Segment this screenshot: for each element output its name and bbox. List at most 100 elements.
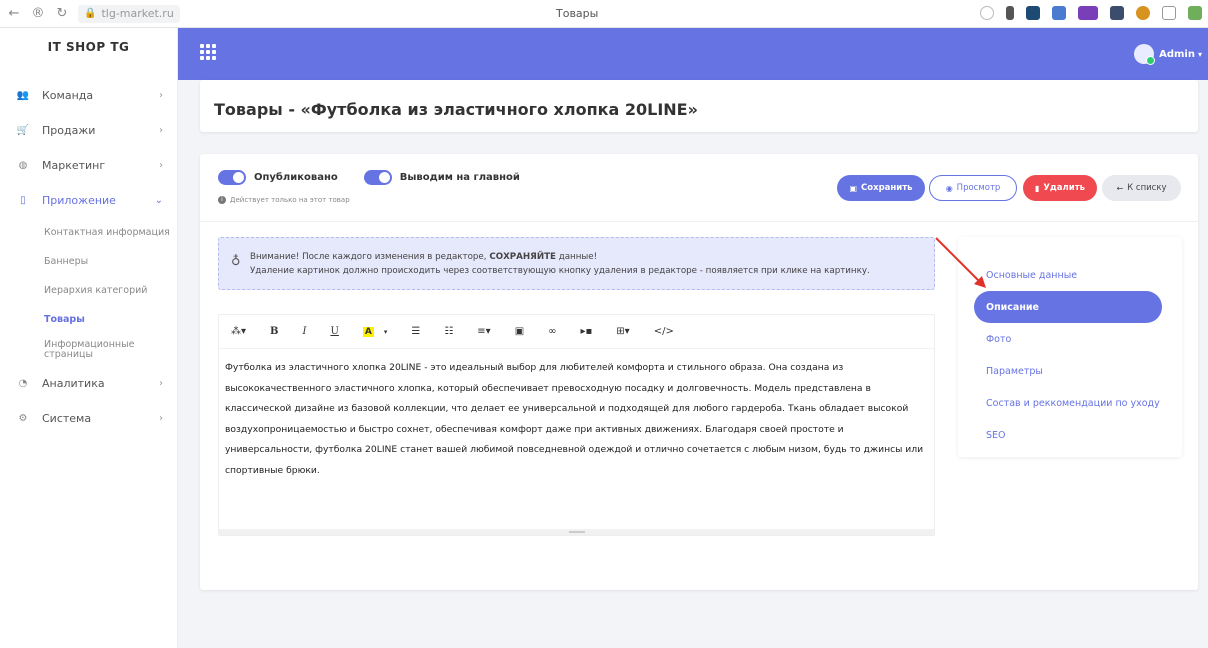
rich-text-editor[interactable]: ⁂▾ B I U A ▾ ☰ ☷ ≡▾ ▣ ∞ ▸▪ ⊞▾ </> Футбол…	[218, 314, 935, 536]
extension-icon[interactable]	[1188, 6, 1202, 20]
warning-line-2: Удаление картинок должно происходить чер…	[250, 266, 870, 276]
preview-label: Просмотр	[956, 183, 1001, 193]
section-link-description[interactable]: Описание	[974, 291, 1162, 323]
page-title: Товары - «Футболка из эластичного хлопка…	[214, 100, 698, 119]
cogs-icon: ⚙	[18, 413, 28, 424]
back-arrow-icon[interactable]: ←	[4, 6, 24, 21]
ordered-list-icon[interactable]: ☷	[444, 326, 453, 337]
extension-icon[interactable]	[1162, 6, 1176, 20]
sidebar-subitem-categories[interactable]: Иерархия категорий	[44, 276, 177, 305]
table-icon[interactable]: ⊞▾	[616, 326, 629, 337]
published-toggle[interactable]	[218, 170, 246, 185]
reload-icon[interactable]: ↻	[52, 6, 72, 21]
extension-icon[interactable]	[1026, 6, 1040, 20]
arrow-left-icon: ←	[1116, 183, 1124, 193]
zoom-icon[interactable]	[980, 6, 994, 20]
sidebar-item-marketing[interactable]: ◍ Маркетинг ›	[0, 148, 177, 183]
sidebar-item-sales[interactable]: 🛒 Продажи ›	[0, 113, 177, 148]
sidebar-subitem-products[interactable]: Товары	[44, 305, 177, 334]
title-card: Товары - «Футболка из эластичного хлопка…	[200, 80, 1198, 132]
preview-button[interactable]: ◉ Просмотр	[929, 175, 1017, 201]
section-link-care[interactable]: Состав и реккомендации по уходу	[958, 387, 1182, 419]
section-link-photo[interactable]: Фото	[958, 323, 1182, 355]
url-text: tlg-market.ru	[101, 7, 174, 20]
apps-grid-icon[interactable]	[200, 44, 216, 60]
extensions	[980, 6, 1202, 20]
on-main-label: Выводим на главной	[399, 172, 520, 183]
chevron-down-icon[interactable]: ▾	[384, 328, 388, 336]
annotation-arrow-icon	[935, 237, 986, 288]
extension-icon[interactable]	[1078, 6, 1098, 20]
caret-down-icon: ▾	[1197, 49, 1202, 59]
extension-icon[interactable]	[1110, 6, 1124, 20]
chevron-right-icon: ›	[159, 160, 163, 171]
lightbulb-icon: ♁	[231, 254, 241, 269]
magic-wand-icon[interactable]: ⁂▾	[231, 326, 246, 337]
image-icon[interactable]: ▣	[515, 326, 524, 337]
resize-handle[interactable]	[219, 529, 934, 535]
save-button[interactable]: ▣ Сохранить	[837, 175, 925, 201]
editor-warning: ♁ Внимание! После каждого изменения в ре…	[218, 237, 935, 290]
delete-label: Удалить	[1043, 183, 1086, 193]
unordered-list-icon[interactable]: ☰	[411, 326, 420, 337]
tab-title: Товары	[556, 7, 599, 20]
sidebar-item-label: Аналитика	[42, 377, 105, 390]
chevron-down-icon: ⌄	[154, 195, 163, 206]
highlight-button[interactable]: A	[362, 326, 374, 337]
extension-icon[interactable]	[1052, 6, 1066, 20]
underline-button[interactable]: U	[330, 326, 338, 337]
chevron-right-icon: ›	[159, 90, 163, 101]
section-link-seo[interactable]: SEO	[958, 419, 1182, 451]
site-info-icon[interactable]: ®	[28, 6, 48, 21]
sidebar-item-label: Приложение	[42, 194, 116, 207]
back-to-list-button[interactable]: ← К списку	[1102, 175, 1181, 201]
user-menu[interactable]: Admin ▾	[1134, 44, 1202, 65]
address-bar[interactable]: 🔒 tlg-market.ru	[78, 4, 180, 23]
sidebar-subitem-banners[interactable]: Баннеры	[44, 247, 177, 276]
chevron-right-icon: ›	[159, 378, 163, 389]
bold-button[interactable]: B	[270, 326, 278, 337]
warning-line-1: Внимание! После каждого изменения в реда…	[250, 252, 597, 262]
back-label: К списку	[1127, 183, 1167, 193]
chevron-right-icon: ›	[159, 125, 163, 136]
sidebar-item-analytics[interactable]: ◔ Аналитика ›	[0, 366, 177, 401]
trash-icon: ▮	[1034, 183, 1040, 193]
save-label: Сохранить	[861, 183, 913, 193]
editor-toolbar: ⁂▾ B I U A ▾ ☰ ☷ ≡▾ ▣ ∞ ▸▪ ⊞▾ </>	[219, 315, 934, 349]
italic-button[interactable]: I	[302, 326, 306, 337]
link-icon[interactable]: ∞	[548, 326, 556, 337]
chevron-right-icon: ›	[159, 413, 163, 424]
bookmark-icon[interactable]	[1006, 6, 1014, 20]
hint-text: Действует только на этот товар	[230, 196, 350, 204]
sidebar-subitem-contacts[interactable]: Контактная информация	[44, 218, 177, 247]
sidebar-item-label: Команда	[42, 89, 94, 102]
editor-content[interactable]: Футболка из эластичного хлопка 20LINE - …	[219, 349, 934, 481]
lock-icon: 🔒	[84, 8, 97, 19]
delete-button[interactable]: ▮ Удалить	[1023, 175, 1097, 201]
chart-icon: ◔	[18, 378, 28, 389]
sidebar-subitem-info-pages[interactable]: Информационные страницы	[44, 334, 154, 366]
user-name: Admin	[1159, 48, 1195, 60]
sidebar-item-label: Система	[42, 412, 92, 425]
code-view-icon[interactable]: </>	[654, 326, 674, 337]
top-header: Admin ▾	[178, 28, 1208, 80]
product-form: Опубликовано Выводим на главной i Действ…	[200, 154, 1198, 590]
avatar	[1134, 44, 1156, 65]
published-label: Опубликовано	[254, 172, 338, 183]
sidebar-item-app[interactable]: ▯ Приложение ⌄	[0, 183, 177, 218]
video-icon[interactable]: ▸▪	[581, 326, 593, 337]
warning-bold: СОХРАНЯЙТЕ	[489, 252, 556, 262]
sidebar-item-system[interactable]: ⚙ Система ›	[0, 401, 177, 436]
on-main-toggle[interactable]	[363, 170, 392, 185]
divider	[200, 221, 1198, 222]
toggle-row: Опубликовано Выводим на главной	[218, 170, 520, 185]
align-icon[interactable]: ≡▾	[477, 326, 490, 337]
warning-text: Внимание! После каждого изменения в реда…	[250, 252, 490, 262]
sidebar-item-team[interactable]: 👥 Команда ›	[0, 78, 177, 113]
marketing-icon: ◍	[18, 160, 28, 171]
toggle-hint: i Действует только на этот товар	[218, 196, 350, 204]
eye-icon: ◉	[945, 183, 953, 193]
brand-logo[interactable]: IT SHOP TG	[0, 32, 177, 62]
extension-icon[interactable]	[1136, 6, 1150, 20]
section-link-params[interactable]: Параметры	[958, 355, 1182, 387]
